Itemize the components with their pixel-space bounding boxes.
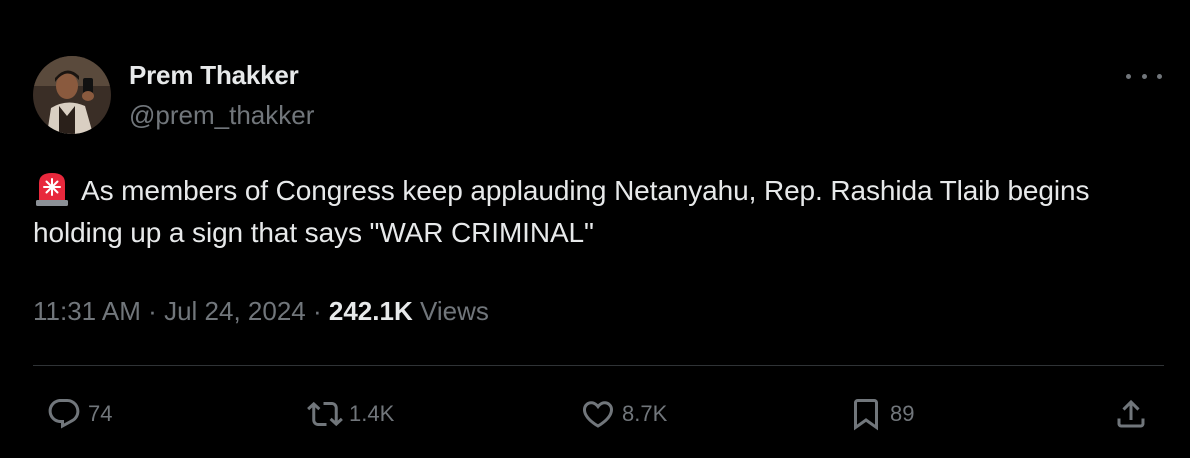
meta-separator: · [148, 296, 157, 326]
views-label: Views [419, 296, 489, 326]
tweet-text-content: As members of Congress keep applauding N… [33, 175, 1090, 248]
author-handle[interactable]: @prem_thakker [129, 100, 314, 131]
divider [33, 365, 1164, 366]
like-icon [582, 401, 614, 428]
more-options-button[interactable] [1126, 64, 1162, 88]
bookmark-count: 89 [890, 401, 915, 426]
repost-button[interactable]: 1.4K [307, 394, 394, 434]
share-icon [1117, 399, 1145, 428]
repost-count: 1.4K [349, 401, 395, 426]
avatar-photo [33, 56, 111, 134]
tweet-meta: 11:31 AM · Jul 24, 2024 · 242.1K Views [33, 296, 489, 327]
views-count[interactable]: 242.1K [329, 296, 413, 326]
tweet-date[interactable]: Jul 24, 2024 [164, 296, 306, 326]
more-horizontal-icon [1126, 73, 1131, 79]
meta-separator: · [312, 296, 322, 326]
repost-icon [307, 401, 343, 427]
avatar[interactable] [33, 56, 111, 134]
tweet-text: As members of Congress keep applauding N… [33, 169, 1168, 254]
like-button[interactable]: 8.7K [580, 394, 667, 434]
reply-count: 74 [88, 401, 113, 426]
tweet-time[interactable]: 11:31 AM [33, 296, 141, 326]
share-button[interactable] [1113, 394, 1149, 434]
reply-button[interactable]: 74 [46, 394, 112, 434]
tweet-card: Prem Thakker @prem_thakker As members of… [0, 0, 1190, 458]
bookmark-button[interactable]: 89 [848, 394, 914, 434]
siren-icon [36, 173, 68, 206]
reply-icon [48, 399, 80, 429]
like-count: 8.7K [622, 401, 668, 426]
bookmark-icon [854, 399, 878, 431]
author-name[interactable]: Prem Thakker [129, 60, 299, 91]
